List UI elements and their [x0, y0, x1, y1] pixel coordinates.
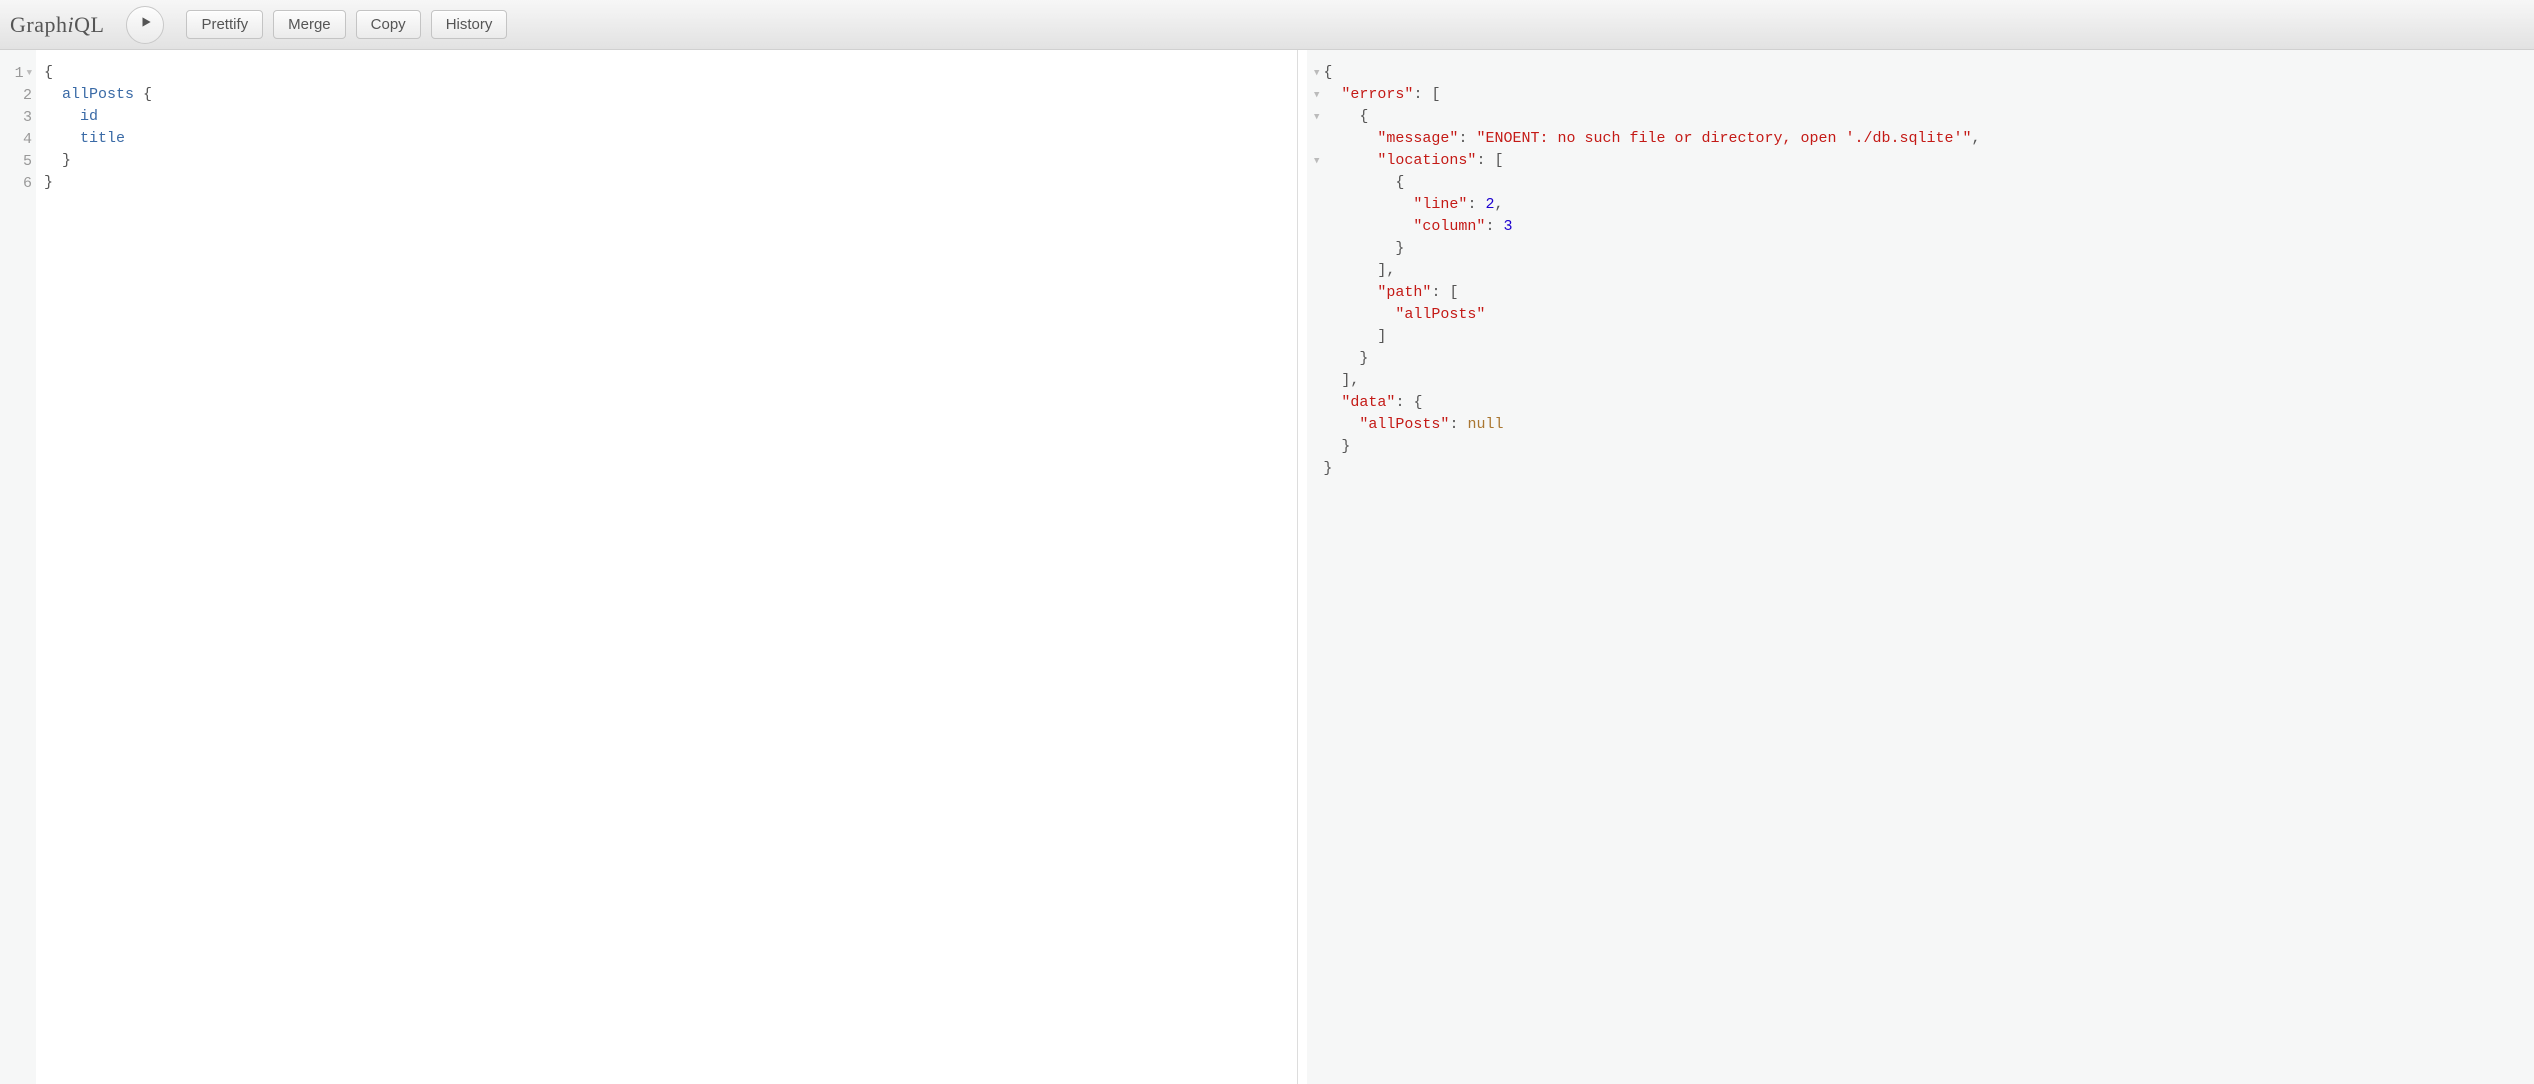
- result-gutter-row: [1307, 128, 1319, 150]
- result-line: {: [1323, 172, 2526, 194]
- logo-prefix: Graph: [10, 12, 67, 37]
- fold-toggle-icon[interactable]: ▼: [1314, 156, 1319, 166]
- main-area: 1▼23456 { allPosts { id title }} ▼ ▼ ▼ ▼ {…: [0, 50, 2534, 1084]
- result-line: }: [1323, 238, 2526, 260]
- result-pane: ▼ ▼ ▼ ▼ { "errors": [ { "message": "ENOENT…: [1307, 50, 2534, 1084]
- result-line: "errors": [: [1323, 84, 2526, 106]
- history-button[interactable]: History: [431, 10, 508, 39]
- result-line: "data": {: [1323, 392, 2526, 414]
- result-gutter-row: [1307, 414, 1319, 436]
- line-number: 2: [0, 85, 32, 107]
- prettify-button[interactable]: Prettify: [186, 10, 263, 39]
- result-gutter-row: [1307, 326, 1319, 348]
- result-gutter-row: [1307, 458, 1319, 480]
- result-viewer[interactable]: { "errors": [ { "message": "ENOENT: no s…: [1321, 50, 2534, 1084]
- fold-toggle-icon[interactable]: ▼: [1314, 68, 1319, 78]
- result-gutter-row: ▼: [1307, 62, 1319, 84]
- pane-divider[interactable]: [1297, 50, 1307, 1084]
- result-line: }: [1323, 458, 2526, 480]
- result-line: ],: [1323, 370, 2526, 392]
- result-line: ],: [1323, 260, 2526, 282]
- result-gutter-row: [1307, 392, 1319, 414]
- play-icon: [137, 15, 153, 34]
- result-gutter-row: [1307, 282, 1319, 304]
- result-gutter-row: [1307, 436, 1319, 458]
- result-gutter-row: [1307, 216, 1319, 238]
- result-line: "path": [: [1323, 282, 2526, 304]
- merge-button[interactable]: Merge: [273, 10, 346, 39]
- result-gutter-row: [1307, 238, 1319, 260]
- result-line: "allPosts": null: [1323, 414, 2526, 436]
- query-editor-pane: 1▼23456 { allPosts { id title }}: [0, 50, 1297, 1084]
- code-line: }: [44, 172, 1289, 194]
- result-gutter-row: [1307, 172, 1319, 194]
- code-line: title: [44, 128, 1289, 150]
- fold-toggle-icon[interactable]: ▼: [1314, 90, 1319, 100]
- copy-button[interactable]: Copy: [356, 10, 421, 39]
- logo-suffix: QL: [74, 12, 104, 37]
- result-line: "column": 3: [1323, 216, 2526, 238]
- query-gutter: 1▼23456: [0, 50, 36, 1084]
- code-line: id: [44, 106, 1289, 128]
- line-number: 4: [0, 129, 32, 151]
- line-number: 5: [0, 151, 32, 173]
- result-line: "line": 2,: [1323, 194, 2526, 216]
- result-line: "locations": [: [1323, 150, 2526, 172]
- result-line: "allPosts": [1323, 304, 2526, 326]
- code-line: allPosts {: [44, 84, 1289, 106]
- result-line: }: [1323, 436, 2526, 458]
- result-line: ]: [1323, 326, 2526, 348]
- code-line: {: [44, 62, 1289, 84]
- result-line: }: [1323, 348, 2526, 370]
- result-gutter-row: [1307, 348, 1319, 370]
- line-number: 1▼: [0, 62, 32, 85]
- app-logo: GraphiQL: [10, 12, 104, 38]
- result-line: {: [1323, 62, 2526, 84]
- result-line: {: [1323, 106, 2526, 128]
- result-gutter-row: ▼: [1307, 150, 1319, 172]
- result-gutter-row: [1307, 370, 1319, 392]
- execute-button[interactable]: [126, 6, 164, 44]
- line-number: 6: [0, 173, 32, 195]
- result-gutter-row: [1307, 194, 1319, 216]
- result-gutter-row: [1307, 304, 1319, 326]
- fold-toggle-icon[interactable]: ▼: [1314, 112, 1319, 122]
- code-line: }: [44, 150, 1289, 172]
- result-gutter: ▼ ▼ ▼ ▼: [1307, 50, 1321, 1084]
- toolbar: GraphiQL Prettify Merge Copy History: [0, 0, 2534, 50]
- result-line: "message": "ENOENT: no such file or dire…: [1323, 128, 2526, 150]
- result-gutter-row: ▼: [1307, 84, 1319, 106]
- result-gutter-row: [1307, 260, 1319, 282]
- result-gutter-row: ▼: [1307, 106, 1319, 128]
- fold-toggle-icon[interactable]: ▼: [27, 62, 32, 84]
- line-number: 3: [0, 107, 32, 129]
- query-editor[interactable]: { allPosts { id title }}: [36, 50, 1297, 1084]
